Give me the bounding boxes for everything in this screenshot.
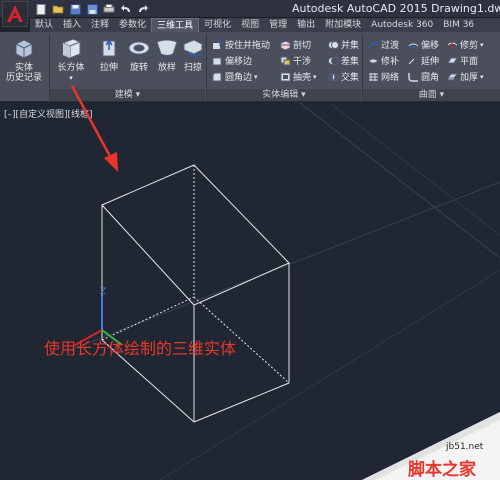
z-axis-label: Z xyxy=(100,287,106,297)
watermark-name: 脚本之家 xyxy=(408,460,476,480)
watermark-site: jb51.net xyxy=(446,442,484,452)
grid-line xyxy=(299,102,500,259)
autocad-window: Autodesk AutoCAD 2015 Drawing1.dw 默认 插入 … xyxy=(0,0,500,480)
box-top-face xyxy=(101,164,290,306)
box-edge xyxy=(193,382,290,423)
application-menu-button[interactable] xyxy=(2,1,28,27)
grid-line xyxy=(69,181,500,351)
drawing-scene: Z xyxy=(69,85,500,480)
wireframe-box[interactable] xyxy=(101,164,290,423)
red-arrow-icon xyxy=(70,85,118,172)
annotation-text: 使用长方体绘制的三维实体 xyxy=(44,339,237,358)
box-hidden-edge xyxy=(101,296,195,341)
